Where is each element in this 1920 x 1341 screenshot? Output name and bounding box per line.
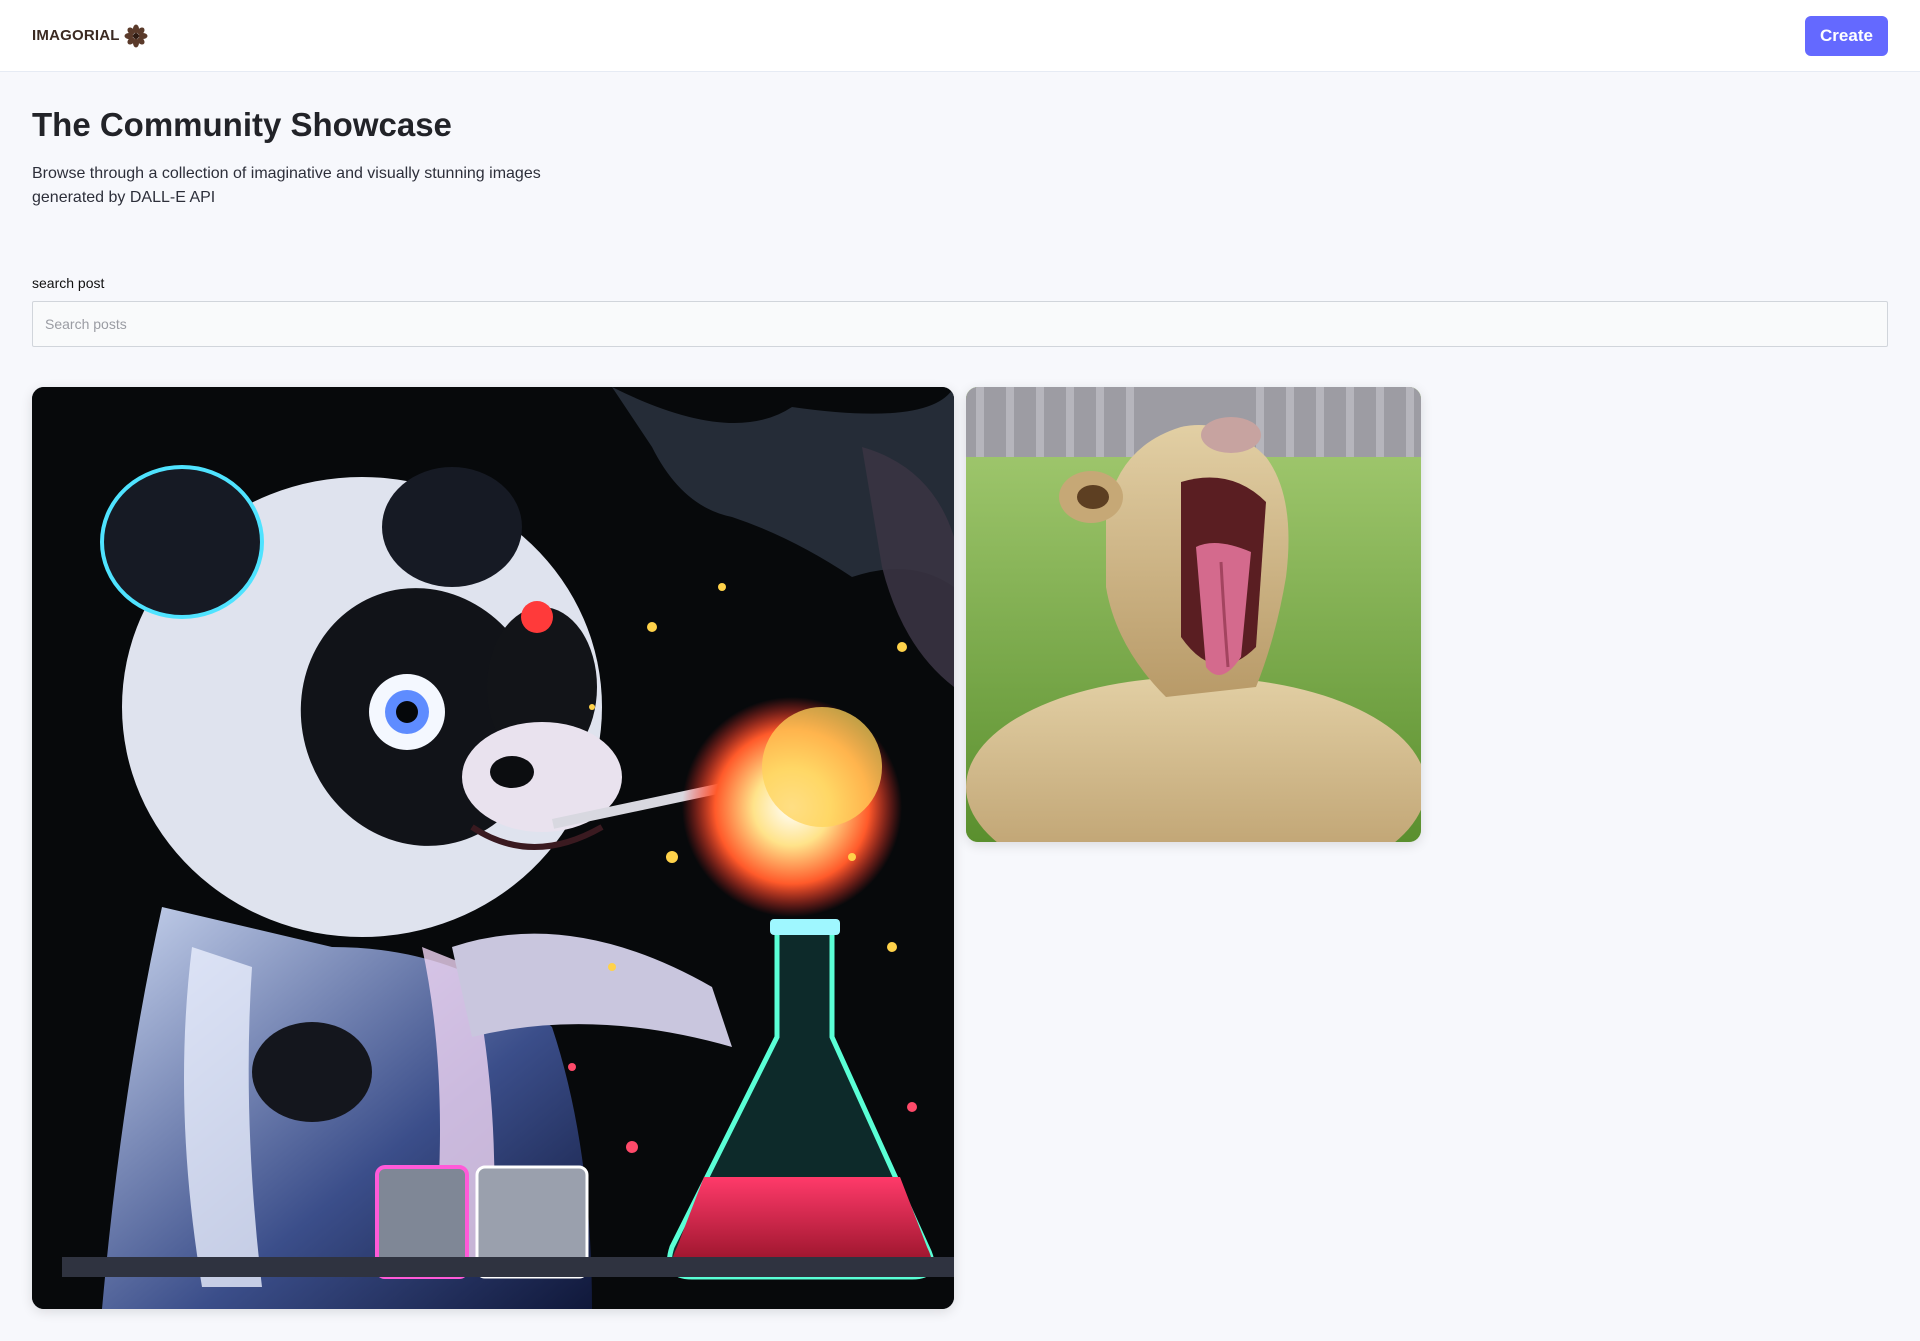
search-input[interactable] [32,301,1888,347]
page-description: Browse through a collection of imaginati… [32,165,541,206]
logo-text: IMAGORIAL [32,27,120,44]
panda-scientist-illustration [32,387,954,1309]
logo-link[interactable]: IMAGORIAL [32,24,148,48]
search-label: search post [32,275,105,291]
lioness-photo [966,387,1421,842]
flower-icon [124,24,148,47]
panda-scientist-image[interactable] [32,387,954,1309]
page-title: The Community Showcase [32,106,452,143]
yawning-lioness-image[interactable] [966,387,1421,842]
top-navbar: IMAGORIAL Create [0,0,1920,72]
create-button[interactable]: Create [1805,15,1888,56]
